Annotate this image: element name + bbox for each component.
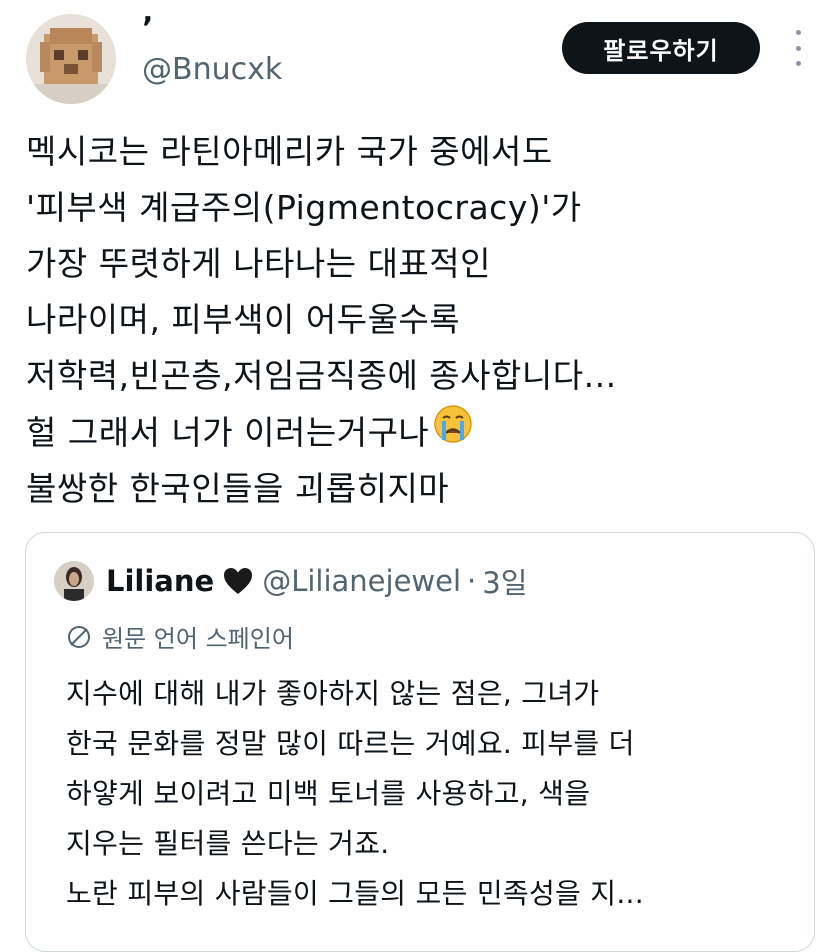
tweet-header: ’ @Bnucxk 팔로우하기 [0, 0, 840, 110]
crying-face-icon [433, 404, 473, 461]
tweet-line-text: 헐 그래서 너가 이러는거구나 [26, 412, 430, 452]
dot-separator: · [467, 564, 477, 598]
more-dot [795, 61, 801, 66]
more-dot [795, 30, 801, 35]
quoted-line: 지우는 필터를 쓴다는 거죠. [66, 827, 390, 860]
tweet-line: 멕시코는 라틴아메리카 국가 중에서도 [26, 132, 553, 171]
quoted-author-handle[interactable]: @Lilianejewel [262, 564, 461, 598]
tweet-line: 가장 뚜렷하게 나타나는 대표적인 [26, 244, 492, 283]
tweet-line: '피부색 계급주의(Pigmentocracy)'가 [26, 188, 582, 227]
tweet-line: 나라이며, 피부색이 어두울수록 [26, 300, 461, 339]
tweet-text: 멕시코는 라틴아메리카 국가 중에서도 '피부색 계급주의(Pigmentocr… [26, 124, 826, 517]
avatar-image [26, 14, 116, 104]
tweet-line-with-emoji: 헐 그래서 너가 이러는거구나 [26, 404, 826, 461]
quoted-line: 하얗게 보이려고 미백 토너를 사용하고, 색을 [66, 777, 591, 810]
translation-label[interactable]: 원문 언어 스페인어 [66, 619, 294, 654]
quoted-tweet[interactable]: Liliane @Lilianejewel · 3일 원문 언어 스페인어 지수… [25, 532, 815, 952]
tweet-line: 저학력,빈곤층,저임금직종에 종사합니다... [26, 356, 617, 395]
translation-label-text: 원문 언어 스페인어 [102, 625, 294, 653]
tweet-line: 불쌍한 한국인들을 괴롭히지마 [26, 469, 450, 508]
quoted-line: 지수에 대해 내가 좋아하지 않는 점은, 그녀가 [66, 677, 600, 710]
quoted-tweet-header: Liliane @Lilianejewel · 3일 [54, 559, 527, 603]
more-vertical-icon[interactable] [786, 26, 810, 70]
more-dot [795, 45, 801, 51]
quoted-line: 노란 피부의 사람들이 그들의 모든 민족성을 지... [66, 877, 644, 910]
author-avatar[interactable] [26, 14, 116, 104]
quoted-author-name[interactable]: Liliane [106, 564, 214, 598]
quoted-avatar-image [54, 561, 94, 601]
quoted-line: 한국 문화를 정말 많이 따르는 거예요. 피부를 더 [66, 727, 635, 760]
author-name[interactable]: ’ [142, 12, 153, 46]
translate-icon [68, 625, 90, 648]
quoted-tweet-text: 지수에 대해 내가 좋아하지 않는 점은, 그녀가 한국 문화를 정말 많이 따… [66, 669, 806, 919]
quoted-tweet-date[interactable]: 3일 [482, 560, 527, 602]
quoted-author-avatar[interactable] [54, 561, 94, 601]
author-handle[interactable]: @Bnucxk [142, 50, 282, 90]
follow-button[interactable]: 팔로우하기 [562, 22, 760, 74]
black-heart-icon [222, 566, 254, 596]
